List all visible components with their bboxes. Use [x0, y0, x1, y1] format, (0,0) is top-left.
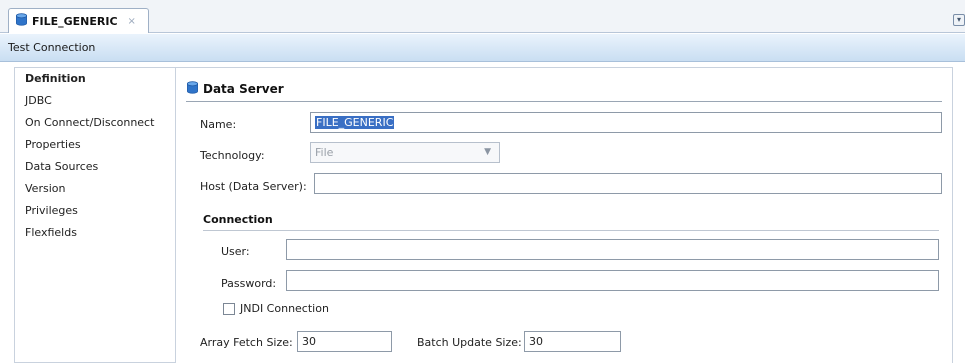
nav-item-properties[interactable]: Properties: [15, 134, 175, 156]
batch-update-size-field[interactable]: 30: [524, 331, 621, 352]
jndi-connection-checkbox[interactable]: [223, 303, 235, 315]
user-label: User:: [221, 245, 250, 258]
nav-item-on-connect-disconnect[interactable]: On Connect/Disconnect: [15, 112, 175, 134]
name-value: FILE_GENERIC: [315, 116, 395, 129]
array-fetch-size-label: Array Fetch Size:: [200, 336, 293, 349]
name-field[interactable]: FILE_GENERIC: [310, 112, 942, 133]
section-divider: [186, 101, 942, 102]
editor-tab-bar: FILE_GENERIC × ▾: [0, 0, 965, 33]
jndi-connection-label: JNDI Connection: [240, 302, 329, 315]
nav-item-data-sources[interactable]: Data Sources: [15, 156, 175, 178]
nav-item-jdbc[interactable]: JDBC: [15, 90, 175, 112]
technology-label: Technology:: [200, 149, 265, 162]
tab-title: FILE_GENERIC: [32, 14, 118, 28]
editor-menu-dropdown-button[interactable]: ▾: [953, 14, 965, 26]
data-server-title-text: Data Server: [203, 82, 284, 96]
close-icon[interactable]: ×: [128, 16, 136, 27]
connection-section-title: Connection: [203, 213, 273, 226]
technology-value: File: [315, 146, 334, 159]
host-label: Host (Data Server):: [200, 180, 307, 193]
nav-item-version[interactable]: Version: [15, 178, 175, 200]
array-fetch-size-field[interactable]: 30: [297, 331, 392, 352]
nav-item-flexfields[interactable]: Flexfields: [15, 222, 175, 244]
nav-item-definition[interactable]: Definition: [15, 68, 175, 90]
host-field[interactable]: [314, 173, 942, 194]
definition-navigator: Definition JDBC On Connect/Disconnect Pr…: [14, 67, 176, 363]
password-field[interactable]: [286, 270, 939, 291]
connection-divider: [203, 230, 939, 231]
tab-file-generic[interactable]: FILE_GENERIC ×: [8, 8, 149, 33]
name-label: Name:: [200, 118, 237, 131]
database-icon: [186, 81, 199, 97]
batch-update-size-label: Batch Update Size:: [417, 336, 522, 349]
test-connection-button[interactable]: Test Connection: [8, 41, 95, 54]
database-icon: [15, 13, 28, 29]
user-field[interactable]: [286, 239, 939, 260]
editor-toolbar: Test Connection: [0, 34, 965, 62]
password-label: Password:: [221, 277, 277, 290]
chevron-down-icon: ▼: [484, 147, 491, 157]
nav-item-privileges[interactable]: Privileges: [15, 200, 175, 222]
data-server-section-title: Data Server: [186, 81, 284, 97]
technology-select[interactable]: File ▼: [310, 142, 500, 163]
